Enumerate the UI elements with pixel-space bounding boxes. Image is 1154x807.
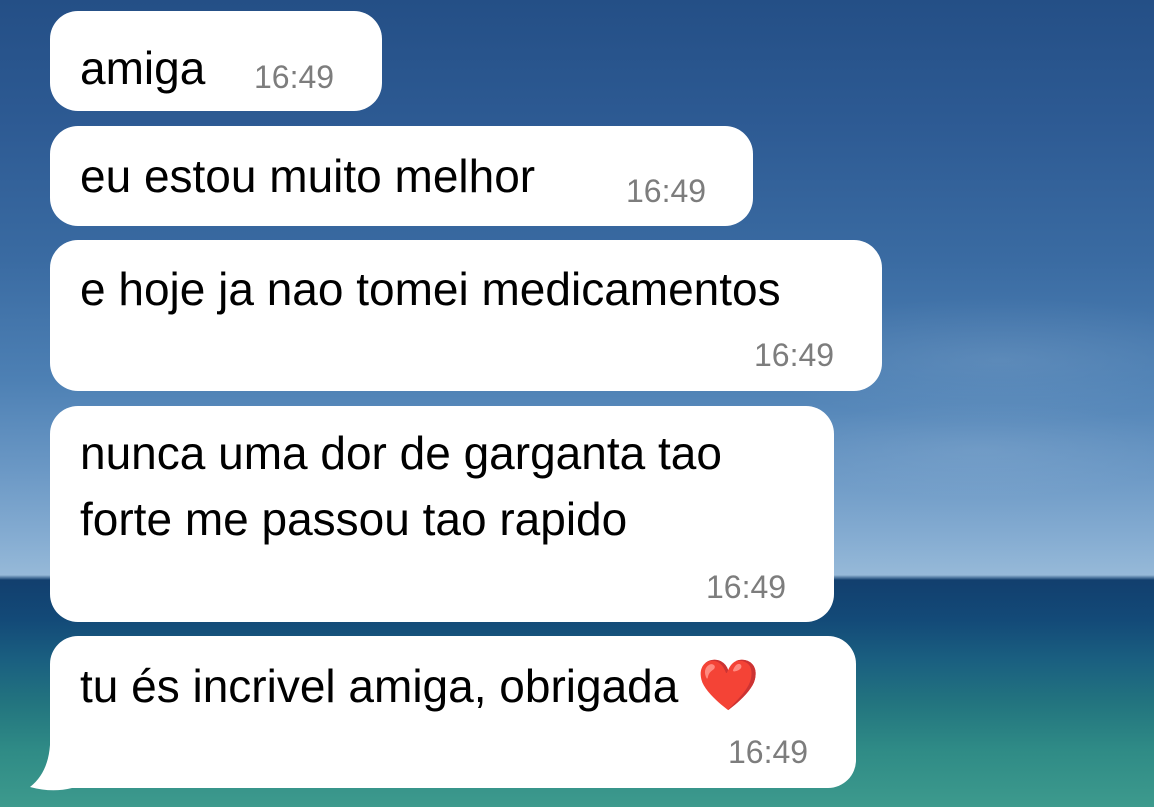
message-bubble[interactable]: e hoje ja nao tomei medicamentos 16:49 — [50, 240, 882, 391]
message-text: tu és incrivel amiga, obrigada ❤️ — [80, 652, 759, 719]
message-text-line: forte me passou tao rapido — [80, 493, 628, 545]
message-timestamp: 16:49 — [706, 569, 787, 605]
message-text: eu estou muito melhor — [80, 150, 536, 202]
message-timestamp: 16:49 — [728, 734, 809, 770]
message-text-body: tu és incrivel amiga, obrigada — [80, 660, 679, 712]
message-list[interactable]: amiga 16:49 eu estou muito melhor 16:49 … — [0, 0, 1154, 807]
message-text: e hoje ja nao tomei medicamentos — [80, 263, 781, 315]
message-bubble[interactable]: tu és incrivel amiga, obrigada ❤️ 16:49 — [50, 636, 856, 788]
message-text-line: nunca uma dor de garganta tao — [80, 427, 722, 479]
message-bubble[interactable]: nunca uma dor de garganta tao forte me p… — [50, 406, 834, 622]
message-bubble[interactable]: eu estou muito melhor 16:49 — [50, 126, 753, 226]
message-timestamp: 16:49 — [254, 59, 335, 95]
message-bubble[interactable]: amiga 16:49 — [50, 11, 382, 111]
message-timestamp: 16:49 — [626, 173, 707, 209]
bubble-tail-icon — [30, 745, 72, 791]
message-text: amiga — [80, 42, 206, 94]
heart-emoji-icon: ❤️ — [697, 657, 760, 713]
message-timestamp: 16:49 — [754, 337, 835, 373]
